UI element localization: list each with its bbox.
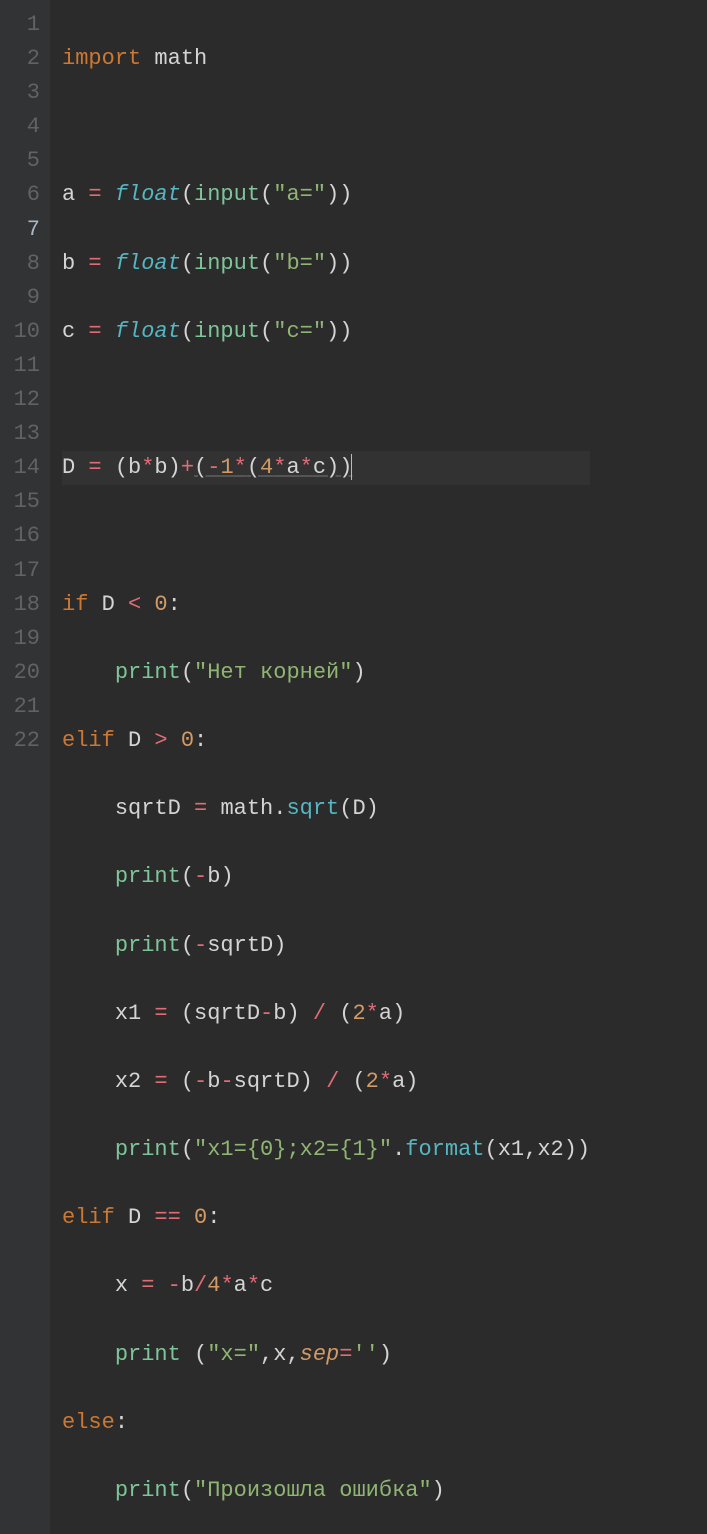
code-line: a = float(input("a=")) <box>62 178 590 212</box>
code-line: print("Произошла ошибка") <box>62 1474 590 1508</box>
line-number: 13 <box>6 417 40 451</box>
line-number: 20 <box>6 656 40 690</box>
string-literal: "x=" <box>207 1342 260 1367</box>
keyword-else: else <box>62 1410 115 1435</box>
code-editor: 1 2 3 4 5 6 7 8 9 10 11 12 13 14 15 16 1… <box>0 0 707 1534</box>
line-number: 22 <box>6 724 40 758</box>
line-number: 8 <box>6 247 40 281</box>
string-literal: "Нет корней" <box>194 660 352 685</box>
line-number: 15 <box>6 485 40 519</box>
code-line <box>62 383 590 417</box>
code-line: import math <box>62 42 590 76</box>
code-line: print("x1={0};x2={1}".format(x1,x2)) <box>62 1133 590 1167</box>
code-area[interactable]: import math a = float(input("a=")) b = f… <box>50 0 590 1534</box>
line-number: 19 <box>6 622 40 656</box>
code-line: x2 = (-b-sqrtD) / (2*a) <box>62 1065 590 1099</box>
line-number-gutter: 1 2 3 4 5 6 7 8 9 10 11 12 13 14 15 16 1… <box>0 0 50 1534</box>
op-assign: = <box>88 182 101 207</box>
code-line: print ("x=",x,sep='') <box>62 1338 590 1372</box>
method-sqrt: sqrt <box>286 796 339 821</box>
var-sqrtD: sqrtD <box>115 796 181 821</box>
line-number: 14 <box>6 451 40 485</box>
line-number: 18 <box>6 588 40 622</box>
code-line: c = float(input("c=")) <box>62 315 590 349</box>
string-literal: "Произошла ошибка" <box>194 1478 432 1503</box>
string-literal: "b=" <box>273 251 326 276</box>
code-line: elif D > 0: <box>62 724 590 758</box>
code-line: b = float(input("b=")) <box>62 247 590 281</box>
module-math: math <box>154 46 207 71</box>
keyword-import: import <box>62 46 141 71</box>
line-number: 9 <box>6 281 40 315</box>
line-number: 17 <box>6 554 40 588</box>
code-line-active: D = (b*b)+(-1*(4*a*c)) <box>62 451 590 485</box>
line-number: 12 <box>6 383 40 417</box>
line-number: 16 <box>6 519 40 553</box>
kwarg-sep: sep <box>300 1342 340 1367</box>
keyword-if: if <box>62 592 88 617</box>
builtin-print: print <box>115 660 181 685</box>
var-c: c <box>62 319 75 344</box>
builtin-float: float <box>115 182 181 207</box>
string-literal: "a=" <box>273 182 326 207</box>
method-format: format <box>405 1137 484 1162</box>
text-cursor <box>351 454 352 480</box>
var-a: a <box>62 182 75 207</box>
line-number: 1 <box>6 8 40 42</box>
line-number: 11 <box>6 349 40 383</box>
string-literal: '' <box>352 1342 378 1367</box>
code-line <box>62 519 590 553</box>
code-line: sqrtD = math.sqrt(D) <box>62 792 590 826</box>
line-number: 10 <box>6 315 40 349</box>
code-line <box>62 110 590 144</box>
line-number: 6 <box>6 178 40 212</box>
var-b: b <box>62 251 75 276</box>
code-line: print(-b) <box>62 860 590 894</box>
var-D: D <box>62 455 75 480</box>
line-number: 4 <box>6 110 40 144</box>
code-line: if D < 0: <box>62 588 590 622</box>
line-number: 3 <box>6 76 40 110</box>
line-number: 21 <box>6 690 40 724</box>
code-line: print("Нет корней") <box>62 656 590 690</box>
string-literal: "c=" <box>273 319 326 344</box>
var-x1: x1 <box>115 1001 141 1026</box>
code-line: x = -b/4*a*c <box>62 1269 590 1303</box>
line-number: 5 <box>6 144 40 178</box>
var-x2: x2 <box>115 1069 141 1094</box>
builtin-input: input <box>194 182 260 207</box>
keyword-elif: elif <box>62 728 115 753</box>
line-number: 2 <box>6 42 40 76</box>
string-literal: "x1={0};x2={1}" <box>194 1137 392 1162</box>
code-line: elif D == 0: <box>62 1201 590 1235</box>
code-line: x1 = (sqrtD-b) / (2*a) <box>62 997 590 1031</box>
var-x: x <box>115 1273 128 1298</box>
code-line: print(-sqrtD) <box>62 929 590 963</box>
code-line: else: <box>62 1406 590 1440</box>
line-number: 7 <box>6 213 40 247</box>
